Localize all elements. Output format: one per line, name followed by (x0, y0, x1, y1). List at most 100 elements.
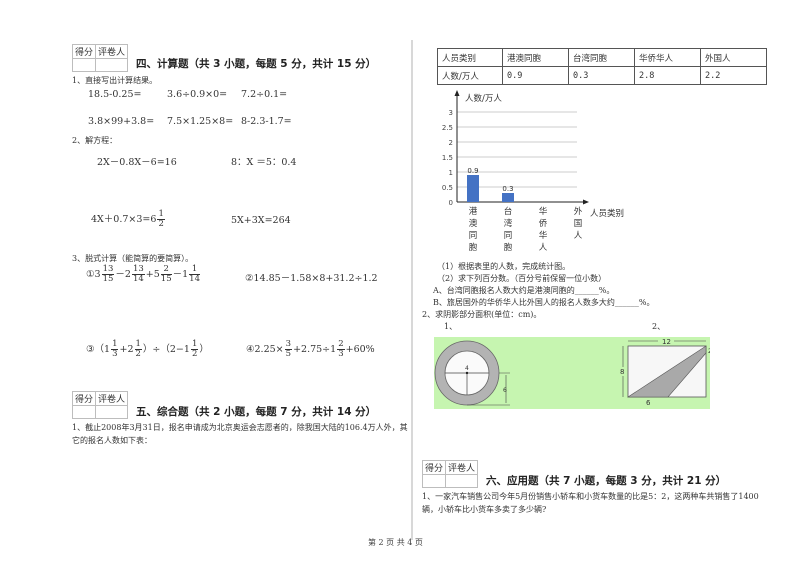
x-axis-label: 人员类别 (590, 208, 624, 219)
x-tick-label: 国 (574, 219, 583, 229)
x-tick-label: 湾 (504, 218, 513, 229)
calc-item: 18.5-0.25= (88, 89, 142, 100)
calc-item: 7.5×1.25×8= (167, 116, 234, 127)
q5-1-partA: A、台湾同胞报名人数大约是港澳同胞的______%。 (433, 286, 615, 295)
column-divider (411, 40, 413, 540)
reviewer-cell[interactable] (95, 405, 129, 419)
section6-title: 六、应用题（共 7 小题，每题 3 分，共计 21 分） (486, 475, 727, 487)
y-tick-label: 3 (449, 109, 453, 117)
y-axis-label: 人数/万人 (465, 93, 502, 104)
bar (502, 193, 514, 202)
table-cell: 外国人 (700, 48, 767, 67)
y-tick-label: 0.5 (442, 184, 453, 192)
table-cell: 港澳同胞 (502, 48, 569, 67)
x-tick-label: 人 (574, 231, 583, 241)
score-label: 得分 (71, 44, 97, 59)
page-footer: 第 2 页 共 4 页 (368, 538, 423, 547)
x-tick-label: 华 (539, 206, 548, 217)
calc-item: 7.2÷0.1= (241, 89, 288, 100)
score-box-section6: 得分 评卷人 (421, 460, 479, 488)
table-cell: 0.9 (502, 66, 569, 85)
score-label: 得分 (71, 391, 97, 406)
x-tick-label: 华 (539, 230, 548, 241)
x-tick-label: 同 (469, 231, 478, 241)
y-axis-arrow (454, 90, 460, 96)
x-tick-label: 港 (469, 206, 478, 217)
equation: 4X＋0.7×3=6 1 2 (91, 210, 166, 229)
x-tick-label: 台 (504, 206, 513, 217)
q4-1-prompt: 1、直接写出计算结果。 (72, 76, 158, 85)
equation: 2X－0.8X－6=16 (97, 157, 177, 168)
y-tick-label: 2 (449, 139, 453, 147)
q5-2-prompt: 2、求阴影部分面积(单位：cm)。 (422, 310, 542, 319)
q4-2-prompt: 2、解方程： (72, 136, 118, 145)
expression-2: ②14.85－1.58×8+31.2÷1.2 (245, 273, 378, 284)
reviewer-label: 评卷人 (445, 460, 479, 475)
width-label: 12 (662, 338, 671, 346)
right-label: 2 (708, 348, 710, 355)
radius-label: 4 (465, 365, 469, 372)
x-tick-label: 同 (504, 231, 513, 241)
y-tick-label: 2.5 (442, 124, 453, 132)
x-tick-label: 澳 (469, 218, 478, 229)
x-tick-label: 胞 (469, 242, 478, 253)
bottom-label: 6 (646, 399, 651, 407)
table-cell: 人数/万人 (437, 66, 503, 85)
score-cell[interactable] (71, 405, 97, 419)
q4-3-prompt: 3、脱式计算（能简算的要简算）。 (72, 254, 194, 263)
fraction: 12 (157, 209, 165, 229)
y-tick-label: 1 (449, 169, 453, 177)
x-tick-label: 侨 (539, 218, 548, 229)
y-tick-label: 1.5 (442, 154, 453, 162)
score-box-section5: 得分 评卷人 (71, 391, 129, 419)
equation: 8：X ＝5：0.4 (231, 157, 297, 168)
data-label: 0.3 (502, 185, 513, 193)
reviewer-cell[interactable] (95, 58, 129, 72)
equation: 5X+3X=264 (231, 215, 291, 226)
calc-item: 8-2.3-1.7= (241, 116, 292, 127)
ring-dimension-label: 6 (503, 387, 507, 394)
volunteer-table: 人员类别 港澳同胞 台湾同胞 华侨华人 外国人 人数/万人 0.9 0.3 2.… (437, 48, 767, 85)
calc-item: 3.8×99+3.8= (88, 116, 155, 127)
table-cell: 2.2 (700, 66, 767, 85)
score-label: 得分 (421, 460, 447, 475)
x-tick-label: 外 (574, 206, 583, 217)
q6-1-line1: 1、一家汽车销售公司今年5月份销售小轿车和小货车数量的比是5：2，这两种车共销售… (422, 492, 759, 501)
q5-1-line1: 1、截止2008年3月31日，报名申请成为北京奥运会志愿者的，除我国大陆的106… (72, 423, 408, 432)
table-row: 人数/万人 0.9 0.3 2.8 2.2 (437, 66, 767, 85)
expression-3: ③（1 1 3 +2 1 2 ）÷（2−1 1 2） (86, 339, 209, 359)
data-label: 0.9 (467, 167, 478, 175)
q5-1-part1: （1）根据表里的人数，完成统计图。 (437, 262, 571, 271)
bar (467, 175, 479, 202)
y-tick-label: 0 (449, 199, 453, 207)
score-cell[interactable] (421, 474, 447, 488)
reviewer-label: 评卷人 (95, 44, 129, 59)
rectangle-figure: 12 8 6 2 (619, 337, 710, 407)
table-cell: 华侨华人 (634, 48, 701, 67)
score-box-section4: 得分 评卷人 (71, 44, 129, 72)
score-cell[interactable] (71, 58, 97, 72)
equation-text: 4X＋0.7×3=6 (91, 214, 157, 225)
section5-title: 五、综合题（共 2 小题，每题 7 分，共计 14 分） (136, 406, 377, 418)
table-cell: 2.8 (634, 66, 701, 85)
x-axis-arrow (583, 199, 589, 205)
q5-1-partB: B、旅居国外的华侨华人比外国人的报名人数多大约______%。 (433, 298, 655, 307)
q5-1-line2: 它的报名人数如下表： (72, 436, 152, 445)
x-tick-label: 胞 (504, 242, 513, 253)
expression-4: ④2.25× 3 5 +2.75÷1 2 3 +60% (246, 339, 375, 359)
calc-item: 3.6÷0.9×0= (167, 89, 228, 100)
table-header-row: 人员类别 港澳同胞 台湾同胞 华侨华人 外国人 (437, 48, 767, 67)
table-cell: 人员类别 (437, 48, 503, 67)
reviewer-cell[interactable] (445, 474, 479, 488)
figure2-label: 2、 (652, 322, 666, 331)
x-tick-label: 人 (539, 243, 548, 253)
area-figures: 4 6 12 8 6 2 (434, 337, 710, 409)
expression-1: ①3 13 15 －2 13 14 +5 2 15 －1 1 14 (86, 264, 200, 284)
height-label: 8 (620, 368, 624, 376)
q5-1-part2: （2）求下列百分数。（百分号前保留一位小数） (437, 274, 607, 283)
bar-chart: 00.511.522.53人数/万人人员类别0.9港澳同胞0.3台湾同胞华侨华人… (442, 90, 624, 253)
q6-1-line2: 辆，小轿车比小货车多卖了多少辆? (422, 505, 547, 514)
reviewer-label: 评卷人 (95, 391, 129, 406)
table-cell: 0.3 (568, 66, 635, 85)
figure1-label: 1、 (444, 322, 458, 331)
